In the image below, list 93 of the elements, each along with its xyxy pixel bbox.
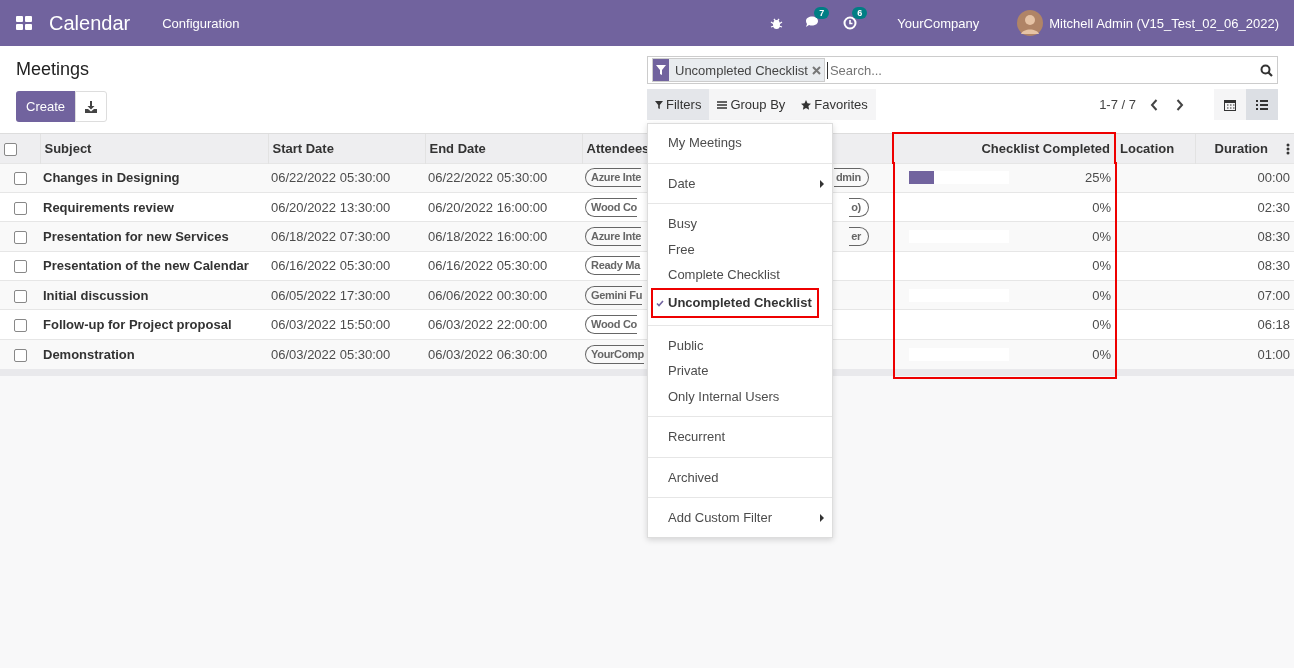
list-icon (1256, 99, 1268, 110)
search-panel-toggle[interactable]: Favorites (793, 89, 876, 120)
table-cell: Demonstration (43, 346, 135, 362)
table-cell: Initial discussion (43, 287, 149, 303)
filter-option[interactable]: Free (648, 236, 832, 262)
search-field[interactable]: Uncompleted Checklist Search... (647, 56, 1278, 84)
progress-value: 0% (1092, 199, 1111, 215)
table-cell: 06/16/2022 05:30:00 (271, 258, 391, 274)
download-icon (85, 100, 98, 113)
filter-option[interactable]: Complete Checklist (648, 262, 832, 288)
search-panel-toggle[interactable]: Filters (647, 89, 710, 120)
table-cell: 06/16/2022 05:30:00 (428, 258, 548, 274)
check-icon (656, 299, 664, 307)
download-button[interactable] (75, 91, 108, 122)
filter-icon (656, 65, 666, 75)
progress-value: 0% (1092, 317, 1111, 333)
filter-option[interactable]: Archived (648, 464, 832, 490)
table-cell: 06/05/2022 17:30:00 (271, 287, 391, 303)
column-header[interactable]: Attendees (586, 140, 650, 156)
table-cell: 01:00 (1257, 346, 1290, 362)
row-checkbox[interactable] (13, 319, 27, 333)
filter-option[interactable]: Busy (648, 211, 832, 237)
table-cell: 08:30 (1257, 258, 1290, 274)
user-avatar[interactable] (1017, 10, 1044, 36)
table-cell: 06/22/2022 05:30:00 (428, 170, 548, 186)
progress-value: 0% (1092, 258, 1111, 274)
remove-icon[interactable] (811, 65, 821, 75)
table-cell: 00:00 (1257, 170, 1290, 186)
search-panel-toggle[interactable]: Group By (709, 89, 794, 120)
table-cell: Presentation of the new Calendar (43, 258, 249, 274)
filter-option[interactable]: My Meetings (648, 130, 832, 156)
apps-menu-icon[interactable] (16, 15, 33, 31)
column-header[interactable]: End Date (429, 140, 486, 156)
list-view-button[interactable] (1246, 89, 1278, 120)
calendar-view-button[interactable] (1214, 89, 1246, 120)
table-cell: 08:30 (1257, 228, 1290, 244)
table-cell: 06/06/2022 00:30:00 (428, 287, 548, 303)
create-button[interactable]: Create (16, 91, 76, 122)
search-facet[interactable]: Uncompleted Checklist (652, 58, 825, 82)
pager-value[interactable]: 1-7 / 7 (1099, 97, 1136, 112)
table-cell: Requirements review (43, 199, 174, 215)
row-checkbox[interactable] (13, 201, 27, 215)
facet-label: Uncompleted Checklist (674, 62, 809, 78)
table-cell: 06:18 (1257, 317, 1290, 333)
progress-value: 0% (1092, 228, 1111, 244)
row-checkbox[interactable] (13, 260, 27, 274)
table-cell: 06/03/2022 06:30:00 (428, 346, 548, 362)
progress-value: 0% (1092, 346, 1111, 362)
row-checkbox[interactable] (13, 231, 27, 244)
filter-option[interactable]: Uncompleted Checklist (651, 287, 819, 318)
table-cell: 06/18/2022 16:00:00 (428, 228, 548, 244)
user-menu[interactable]: Mitchell Admin (V15_Test_02_06_2022) (1049, 15, 1279, 31)
table-cell: 06/03/2022 22:00:00 (428, 317, 548, 333)
star-icon (801, 99, 812, 110)
activity-count-badge: 6 (852, 7, 868, 19)
search-icon[interactable] (1260, 63, 1273, 77)
table-cell: Changes in Designing (43, 170, 180, 186)
calendar-icon (1224, 98, 1236, 111)
app-name[interactable]: Calendar (49, 11, 131, 35)
next-icon[interactable] (1176, 98, 1184, 111)
table-cell: 06/22/2022 05:30:00 (271, 170, 391, 186)
breadcrumb-title: Meetings (16, 59, 91, 80)
filter-option[interactable]: Add Custom Filter (648, 505, 832, 531)
select-all-checkbox[interactable] (4, 142, 17, 156)
progress-value: 25% (1084, 170, 1111, 186)
row-checkbox[interactable] (13, 172, 27, 186)
table-cell: 02:30 (1257, 199, 1290, 215)
table-cell: 06/18/2022 07:30:00 (271, 228, 391, 244)
row-checkbox[interactable] (13, 289, 27, 303)
column-header[interactable]: Subject (44, 140, 92, 156)
table-cell: 07:00 (1257, 287, 1290, 303)
progress-value: 0% (1092, 287, 1111, 303)
row-checkbox[interactable] (13, 348, 27, 362)
filter-option[interactable]: Only Internal Users (648, 383, 832, 409)
menu-item[interactable]: Configuration (162, 15, 240, 31)
message-count-badge: 7 (814, 7, 830, 19)
table-cell: Presentation for new Services (43, 228, 229, 244)
filter-option[interactable]: Private (648, 358, 832, 384)
table-cell: 06/20/2022 13:30:00 (271, 199, 391, 215)
filter-option[interactable]: Public (648, 332, 832, 358)
company-switcher[interactable]: YourCompany (897, 15, 980, 31)
table-cell: 06/03/2022 15:50:00 (271, 317, 391, 333)
filter-option[interactable]: Date (648, 170, 832, 196)
clock-icon[interactable] (843, 16, 858, 30)
lines-icon (717, 100, 728, 109)
previous-icon[interactable] (1150, 98, 1158, 111)
table-cell: 06/03/2022 05:30:00 (271, 346, 391, 362)
table-cell: 06/20/2022 16:00:00 (428, 199, 548, 215)
table-cell: Follow-up for Project proposal (43, 317, 232, 333)
filter-option[interactable]: Recurrent (648, 424, 832, 450)
filter-icon (655, 100, 663, 109)
bug-icon[interactable] (770, 16, 784, 30)
column-options-icon[interactable] (1286, 143, 1290, 156)
